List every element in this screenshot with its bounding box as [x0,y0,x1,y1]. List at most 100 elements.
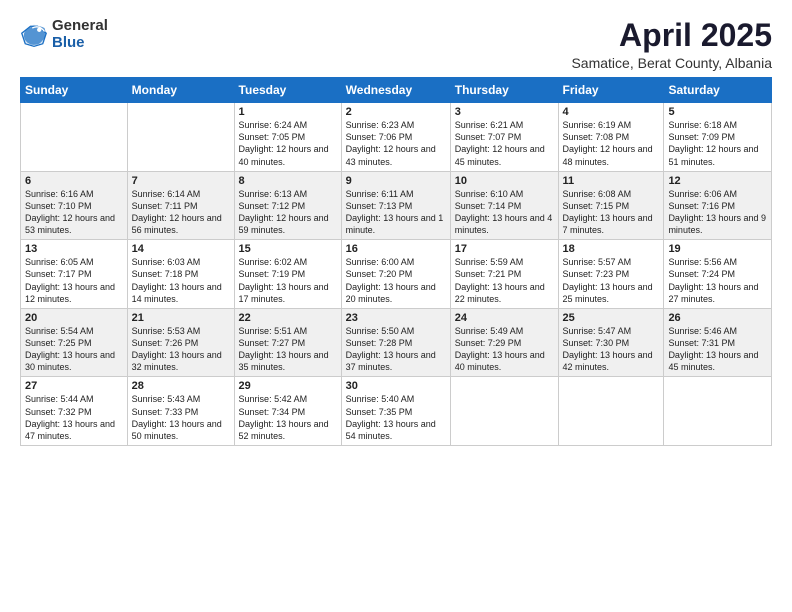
day-info: Sunrise: 5:53 AMSunset: 7:26 PMDaylight:… [132,325,230,374]
table-row: 1Sunrise: 6:24 AMSunset: 7:05 PMDaylight… [234,103,341,172]
table-row: 28Sunrise: 5:43 AMSunset: 7:33 PMDayligh… [127,377,234,446]
header-row: Sunday Monday Tuesday Wednesday Thursday… [21,78,772,103]
table-row [21,103,128,172]
day-number: 3 [455,106,554,118]
table-row: 2Sunrise: 6:23 AMSunset: 7:06 PMDaylight… [341,103,450,172]
day-info: Sunrise: 5:40 AMSunset: 7:35 PMDaylight:… [346,393,446,442]
location-subtitle: Samatice, Berat County, Albania [571,55,772,71]
day-info: Sunrise: 5:49 AMSunset: 7:29 PMDaylight:… [455,325,554,374]
day-info: Sunrise: 5:51 AMSunset: 7:27 PMDaylight:… [239,325,337,374]
calendar-week-3: 13Sunrise: 6:05 AMSunset: 7:17 PMDayligh… [21,240,772,309]
table-row: 18Sunrise: 5:57 AMSunset: 7:23 PMDayligh… [558,240,664,309]
day-number: 7 [132,175,230,187]
day-number: 23 [346,312,446,324]
table-row: 26Sunrise: 5:46 AMSunset: 7:31 PMDayligh… [664,308,772,377]
day-number: 17 [455,243,554,255]
table-row: 17Sunrise: 5:59 AMSunset: 7:21 PMDayligh… [450,240,558,309]
day-info: Sunrise: 5:44 AMSunset: 7:32 PMDaylight:… [25,393,123,442]
day-number: 15 [239,243,337,255]
table-row: 12Sunrise: 6:06 AMSunset: 7:16 PMDayligh… [664,171,772,240]
table-row: 25Sunrise: 5:47 AMSunset: 7:30 PMDayligh… [558,308,664,377]
day-number: 4 [563,106,660,118]
day-info: Sunrise: 6:02 AMSunset: 7:19 PMDaylight:… [239,256,337,305]
title-block: April 2025 Samatice, Berat County, Alban… [571,18,772,71]
day-number: 22 [239,312,337,324]
day-number: 29 [239,380,337,392]
day-info: Sunrise: 6:23 AMSunset: 7:06 PMDaylight:… [346,119,446,168]
day-number: 18 [563,243,660,255]
day-info: Sunrise: 5:56 AMSunset: 7:24 PMDaylight:… [668,256,767,305]
day-number: 19 [668,243,767,255]
logo-icon [20,21,48,49]
day-info: Sunrise: 6:13 AMSunset: 7:12 PMDaylight:… [239,188,337,237]
day-info: Sunrise: 6:10 AMSunset: 7:14 PMDaylight:… [455,188,554,237]
table-row: 22Sunrise: 5:51 AMSunset: 7:27 PMDayligh… [234,308,341,377]
calendar-week-2: 6Sunrise: 6:16 AMSunset: 7:10 PMDaylight… [21,171,772,240]
day-info: Sunrise: 6:00 AMSunset: 7:20 PMDaylight:… [346,256,446,305]
day-number: 6 [25,175,123,187]
day-number: 25 [563,312,660,324]
table-row: 11Sunrise: 6:08 AMSunset: 7:15 PMDayligh… [558,171,664,240]
logo: General Blue [20,18,108,51]
table-row: 15Sunrise: 6:02 AMSunset: 7:19 PMDayligh… [234,240,341,309]
logo-general-text: General [52,18,108,35]
table-row: 30Sunrise: 5:40 AMSunset: 7:35 PMDayligh… [341,377,450,446]
table-row: 7Sunrise: 6:14 AMSunset: 7:11 PMDaylight… [127,171,234,240]
day-info: Sunrise: 5:42 AMSunset: 7:34 PMDaylight:… [239,393,337,442]
day-info: Sunrise: 6:05 AMSunset: 7:17 PMDaylight:… [25,256,123,305]
day-number: 21 [132,312,230,324]
table-row: 16Sunrise: 6:00 AMSunset: 7:20 PMDayligh… [341,240,450,309]
day-number: 9 [346,175,446,187]
col-friday: Friday [558,78,664,103]
day-info: Sunrise: 6:14 AMSunset: 7:11 PMDaylight:… [132,188,230,237]
table-row: 5Sunrise: 6:18 AMSunset: 7:09 PMDaylight… [664,103,772,172]
day-info: Sunrise: 6:19 AMSunset: 7:08 PMDaylight:… [563,119,660,168]
col-monday: Monday [127,78,234,103]
day-number: 10 [455,175,554,187]
day-number: 5 [668,106,767,118]
table-row: 9Sunrise: 6:11 AMSunset: 7:13 PMDaylight… [341,171,450,240]
col-sunday: Sunday [21,78,128,103]
table-row [127,103,234,172]
day-info: Sunrise: 5:46 AMSunset: 7:31 PMDaylight:… [668,325,767,374]
day-info: Sunrise: 6:16 AMSunset: 7:10 PMDaylight:… [25,188,123,237]
day-number: 27 [25,380,123,392]
table-row: 19Sunrise: 5:56 AMSunset: 7:24 PMDayligh… [664,240,772,309]
table-row: 4Sunrise: 6:19 AMSunset: 7:08 PMDaylight… [558,103,664,172]
day-info: Sunrise: 5:47 AMSunset: 7:30 PMDaylight:… [563,325,660,374]
day-number: 30 [346,380,446,392]
table-row: 6Sunrise: 6:16 AMSunset: 7:10 PMDaylight… [21,171,128,240]
table-row: 14Sunrise: 6:03 AMSunset: 7:18 PMDayligh… [127,240,234,309]
col-thursday: Thursday [450,78,558,103]
day-info: Sunrise: 6:24 AMSunset: 7:05 PMDaylight:… [239,119,337,168]
day-info: Sunrise: 5:57 AMSunset: 7:23 PMDaylight:… [563,256,660,305]
month-title: April 2025 [571,18,772,53]
col-saturday: Saturday [664,78,772,103]
table-row: 23Sunrise: 5:50 AMSunset: 7:28 PMDayligh… [341,308,450,377]
day-number: 26 [668,312,767,324]
table-row: 27Sunrise: 5:44 AMSunset: 7:32 PMDayligh… [21,377,128,446]
day-info: Sunrise: 5:59 AMSunset: 7:21 PMDaylight:… [455,256,554,305]
day-info: Sunrise: 6:06 AMSunset: 7:16 PMDaylight:… [668,188,767,237]
col-wednesday: Wednesday [341,78,450,103]
day-number: 20 [25,312,123,324]
calendar-week-5: 27Sunrise: 5:44 AMSunset: 7:32 PMDayligh… [21,377,772,446]
table-row: 13Sunrise: 6:05 AMSunset: 7:17 PMDayligh… [21,240,128,309]
day-info: Sunrise: 6:08 AMSunset: 7:15 PMDaylight:… [563,188,660,237]
calendar-header: Sunday Monday Tuesday Wednesday Thursday… [21,78,772,103]
day-number: 16 [346,243,446,255]
header: General Blue April 2025 Samatice, Berat … [20,18,772,71]
day-info: Sunrise: 6:21 AMSunset: 7:07 PMDaylight:… [455,119,554,168]
day-number: 24 [455,312,554,324]
table-row [664,377,772,446]
day-number: 28 [132,380,230,392]
table-row: 29Sunrise: 5:42 AMSunset: 7:34 PMDayligh… [234,377,341,446]
calendar-body: 1Sunrise: 6:24 AMSunset: 7:05 PMDaylight… [21,103,772,446]
calendar-table: Sunday Monday Tuesday Wednesday Thursday… [20,77,772,446]
day-number: 14 [132,243,230,255]
day-number: 1 [239,106,337,118]
table-row: 20Sunrise: 5:54 AMSunset: 7:25 PMDayligh… [21,308,128,377]
logo-text: General Blue [52,18,108,51]
table-row: 21Sunrise: 5:53 AMSunset: 7:26 PMDayligh… [127,308,234,377]
logo-blue-text: Blue [52,35,108,52]
